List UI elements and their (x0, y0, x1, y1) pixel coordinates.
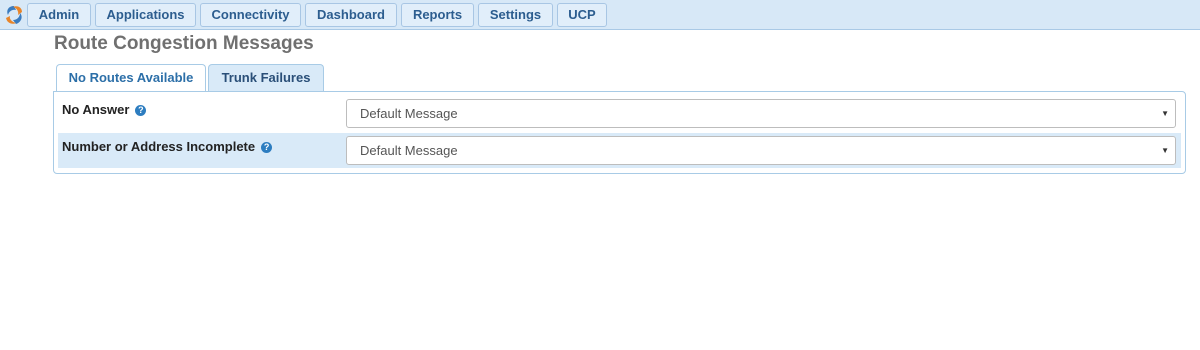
top-nav-bar: Admin Applications Connectivity Dashboar… (0, 0, 1200, 30)
number-incomplete-label: Number or Address Incomplete (62, 139, 256, 154)
tab-panel: No Answer? Default Message ▼ Number or A… (53, 91, 1186, 174)
nav-applications-button[interactable]: Applications (95, 3, 196, 27)
number-incomplete-select[interactable]: Default Message ▼ (346, 136, 1176, 165)
no-answer-label: No Answer (62, 102, 130, 117)
select-value: Default Message (360, 143, 458, 158)
form-label: No Answer? (62, 102, 147, 117)
freepbx-logo-icon[interactable] (4, 4, 24, 26)
caret-down-icon: ▼ (1161, 109, 1169, 118)
nav-admin-button[interactable]: Admin (27, 3, 91, 27)
select-value: Default Message (360, 106, 458, 121)
no-answer-select[interactable]: Default Message ▼ (346, 99, 1176, 128)
form-row-number-incomplete: Number or Address Incomplete? Default Me… (58, 133, 1181, 168)
nav-connectivity-button[interactable]: Connectivity (200, 3, 301, 27)
tab-no-routes-available[interactable]: No Routes Available (56, 64, 206, 92)
page-title: Route Congestion Messages (54, 33, 314, 54)
nav-reports-button[interactable]: Reports (401, 3, 474, 27)
caret-down-icon: ▼ (1161, 146, 1169, 155)
nav-dashboard-button[interactable]: Dashboard (305, 3, 397, 27)
nav-settings-button[interactable]: Settings (478, 3, 553, 27)
tab-trunk-failures[interactable]: Trunk Failures (208, 64, 324, 92)
question-circle-icon[interactable]: ? (261, 142, 273, 153)
form-label: Number or Address Incomplete? (62, 139, 273, 154)
question-circle-icon[interactable]: ? (135, 105, 147, 116)
form-row-no-answer: No Answer? Default Message ▼ (58, 96, 1181, 131)
nav-ucp-button[interactable]: UCP (557, 3, 607, 27)
